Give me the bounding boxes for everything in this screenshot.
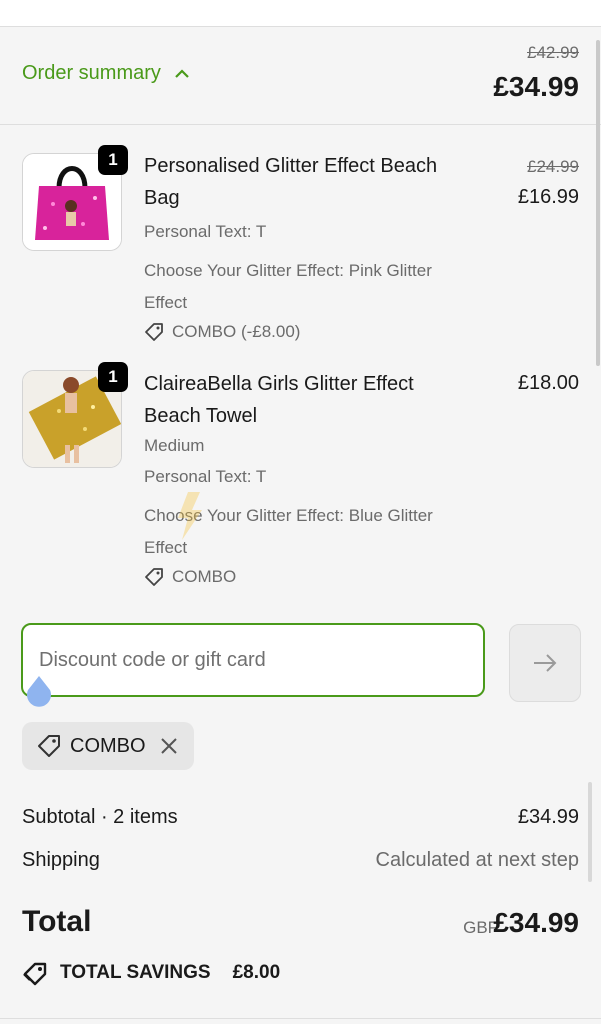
item-discount: COMBO [144, 567, 236, 587]
applied-code-label: COMBO [70, 734, 146, 757]
item-price: £16.99 [517, 186, 579, 208]
item-title: Personalised Glitter Effect Beach Bag [144, 155, 438, 209]
item-price: £18.00 [517, 372, 579, 394]
apply-discount-button[interactable] [509, 624, 581, 702]
savings-label: TOTAL SAVINGS [60, 962, 211, 983]
header-total: £34.99 [493, 71, 579, 102]
subtotal-row: Subtotal · 2 items £34.99 [22, 806, 579, 829]
tag-icon [145, 323, 163, 341]
close-icon[interactable] [160, 737, 178, 755]
item-option: Personal Text: T [144, 222, 267, 241]
discount-label: COMBO [172, 567, 237, 586]
subtotal-value: £34.99 [517, 806, 579, 828]
scrollbar[interactable] [588, 782, 592, 882]
total-savings: TOTAL SAVINGS £8.00 [22, 960, 280, 986]
watermark-logo [178, 492, 202, 540]
total-label: Total [22, 905, 92, 938]
savings-value: £8.00 [232, 962, 281, 983]
discount-code-input[interactable] [21, 623, 485, 697]
item-title: ClaireaBella Girls Glitter Effect Beach … [144, 373, 414, 427]
discount-label: COMBO (-£8.00) [172, 322, 301, 341]
scrollbar[interactable] [596, 40, 600, 366]
order-summary-toggle[interactable]: Order summary [22, 62, 189, 85]
shipping-label: Shipping [22, 849, 100, 871]
total-value: £34.99 [493, 907, 579, 938]
original-total: £42.99 [527, 43, 579, 62]
divider [0, 1018, 601, 1019]
text-cursor-handle[interactable] [24, 676, 54, 710]
applied-discount-chip: COMBO [22, 722, 194, 770]
quantity-badge: 1 [98, 362, 128, 392]
shipping-row: Shipping Calculated at next step [22, 849, 579, 872]
quantity-badge: 1 [98, 145, 128, 175]
arrow-right-icon [534, 654, 557, 672]
order-summary-label: Order summary [22, 62, 161, 84]
chevron-up-icon [175, 68, 189, 78]
subtotal-label: Subtotal · 2 items [22, 806, 178, 828]
item-option: Medium [144, 436, 205, 455]
tag-icon [38, 735, 60, 757]
item-discount: COMBO (-£8.00) [144, 322, 300, 342]
item-option: Choose Your Glitter Effect: Pink Glitter… [144, 261, 432, 312]
tag-icon [145, 568, 163, 586]
item-original-price: £24.99 [527, 157, 579, 176]
shipping-value: Calculated at next step [375, 849, 579, 871]
savings-tag-icon [23, 962, 47, 986]
top-bar [0, 0, 601, 27]
